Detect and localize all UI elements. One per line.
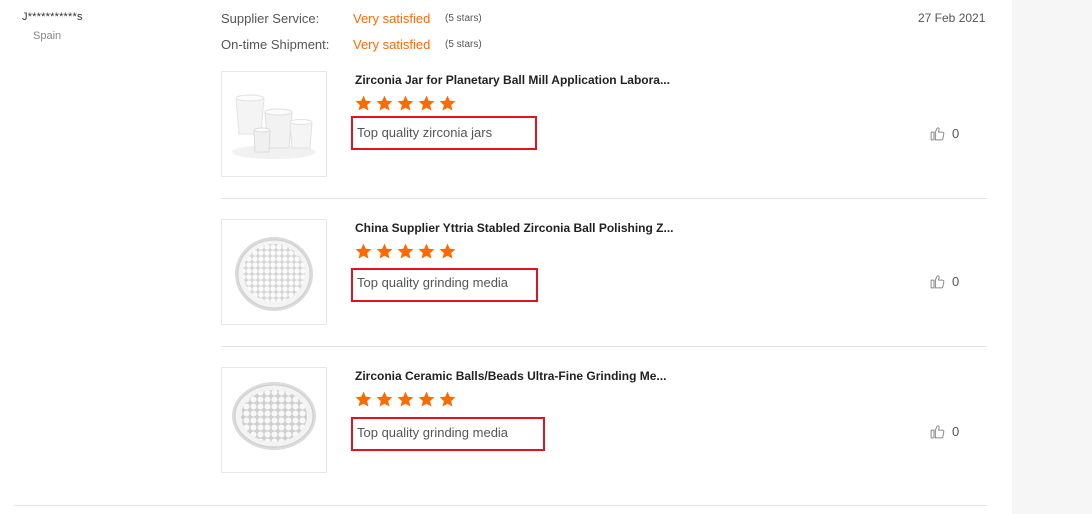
rating-value: Very satisfied [353,37,431,52]
comment-highlight-box: Top quality grinding media [351,268,538,302]
star-icon [439,95,456,111]
rating-note: (5 stars) [445,13,482,24]
star-icon [439,391,456,407]
product-star-rating [354,242,457,261]
rating-value: Very satisfied [353,11,431,26]
like-button[interactable]: 0 [929,423,959,440]
review-comment: Top quality zirconia jars [357,125,493,140]
star-icon [355,95,372,111]
like-button[interactable]: 0 [929,125,959,142]
product-review-item: Zirconia Jar for Planetary Ball Mill App… [221,71,987,177]
zirconia-beads-dish-image [232,382,316,450]
product-title[interactable]: China Supplier Yttria Stabled Zirconia B… [355,221,674,235]
comment-highlight-box: Top quality grinding media [351,417,545,451]
product-review-item: China Supplier Yttria Stabled Zirconia B… [221,219,987,325]
zirconia-jars-image [232,94,316,159]
supplier-service-rating: Supplier Service: Very satisfied (5 star… [221,11,482,26]
star-icon [397,95,414,111]
star-icon [376,391,393,407]
product-thumbnail[interactable] [221,219,327,325]
like-button[interactable]: 0 [929,273,959,290]
star-icon [439,243,456,259]
review-divider [14,505,987,506]
item-divider [221,346,987,347]
item-divider [221,198,987,199]
review-comment: Top quality grinding media [357,275,509,290]
product-star-rating [354,94,457,113]
rating-label: On-time Shipment: [221,37,330,52]
rating-label: Supplier Service: [221,11,320,26]
star-icon [418,243,435,259]
thumbs-up-icon [930,275,945,289]
star-icon [418,95,435,111]
product-thumbnail[interactable] [221,367,327,473]
reviewer-name: J***********s [22,11,83,23]
rating-note: (5 stars) [445,39,482,50]
star-icon [355,243,372,259]
thumbs-up-icon [930,425,945,439]
review-comment: Top quality grinding media [357,425,509,440]
reviewer-country: Spain [33,30,62,42]
review-date: 27 Feb 2021 [918,11,986,25]
product-thumbnail[interactable] [221,71,327,177]
product-title[interactable]: Zirconia Ceramic Balls/Beads Ultra-Fine … [355,369,666,383]
product-review-item: Zirconia Ceramic Balls/Beads Ultra-Fine … [221,367,987,473]
star-icon [397,391,414,407]
star-icon [397,243,414,259]
like-count: 0 [952,274,960,289]
page-margin [1012,0,1092,514]
on-time-shipment-rating: On-time Shipment: Very satisfied (5 star… [221,37,482,52]
like-count: 0 [952,126,960,141]
thumbs-up-icon [930,127,945,141]
star-icon [376,243,393,259]
star-icon [418,391,435,407]
like-count: 0 [952,424,960,439]
product-title[interactable]: Zirconia Jar for Planetary Ball Mill App… [355,73,670,87]
comment-highlight-box: Top quality zirconia jars [351,116,537,150]
reviewer-info: J***********s Spain [22,11,83,42]
zirconia-balls-dish-image [235,237,313,311]
star-icon [355,391,372,407]
star-icon [376,95,393,111]
product-star-rating [354,390,457,409]
